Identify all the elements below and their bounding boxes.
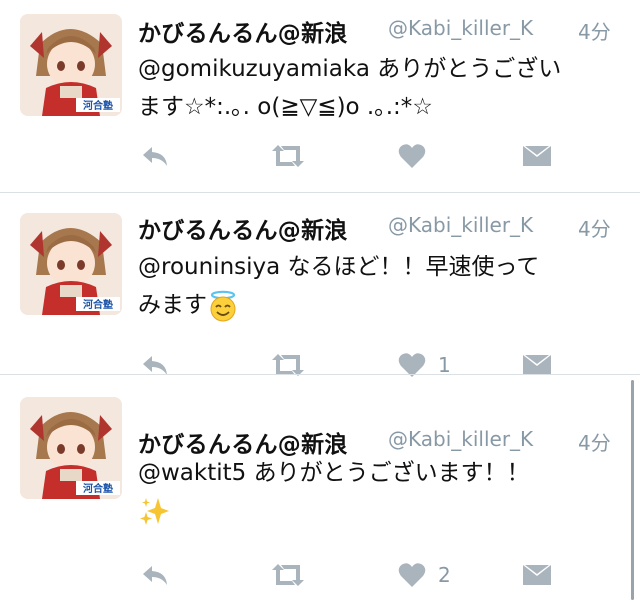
tweet-text-part: ありがとうございます！！ — [253, 460, 530, 486]
user-handle[interactable]: @Kabi_killer_K — [388, 213, 533, 237]
tweet-text-line: ます☆*:.｡. o(≧▽≦)o .｡.:*☆ — [138, 94, 433, 120]
heart-icon — [398, 144, 426, 168]
tweet-text-line: @waktit5 ありがとうございます！！ — [138, 454, 628, 492]
retweet-icon — [272, 564, 304, 586]
display-name[interactable]: かびるんるん@新浪 — [138, 14, 348, 48]
scrollbar[interactable] — [631, 380, 634, 600]
tweet-text-line: みます — [138, 286, 628, 324]
reply-icon — [143, 147, 167, 166]
avatar-badge: 河合塾 — [83, 298, 113, 311]
retweet-icon — [272, 145, 304, 167]
avatar-badge: 河合塾 — [83, 99, 113, 112]
user-handle[interactable]: @Kabi_killer_K — [388, 427, 533, 451]
retweet-button[interactable] — [270, 555, 306, 595]
mention-link[interactable]: @gomikuzuyamiaka — [138, 56, 370, 82]
tweet-actions — [0, 136, 640, 176]
heart-icon — [398, 563, 426, 587]
avatar[interactable]: 河合塾 — [20, 14, 122, 116]
tweet-text-line: @gomikuzuyamiaka ありがとうござい — [138, 50, 628, 88]
mention-link[interactable]: @rouninsiya — [138, 254, 280, 280]
envelope-icon — [523, 565, 551, 585]
tweet-text-part: ありがとうござい — [377, 56, 562, 82]
like-button[interactable]: 2 — [398, 555, 451, 595]
timeline: 河合塾 かびるんるん@新浪 @Kabi_killer_K 4分 @gomikuz… — [0, 0, 640, 608]
direct-message-button[interactable] — [522, 136, 552, 176]
direct-message-button[interactable] — [522, 555, 552, 595]
tweet-text: @gomikuzuyamiaka ありがとうござい ます☆*:.｡. o(≧▽≦… — [138, 50, 628, 126]
reply-icon — [143, 566, 167, 585]
tweet-text: @rouninsiya なるほど！！早速使って みます — [138, 248, 628, 324]
timestamp[interactable]: 4分 — [578, 213, 611, 242]
tweet-text-line: @rouninsiya なるほど！！早速使って — [138, 248, 628, 286]
tweet-text-part: なるほど！！早速使って — [287, 254, 540, 280]
timestamp[interactable]: 4分 — [578, 427, 611, 456]
tweet[interactable]: 河合塾 かびるんるん@新浪 @Kabi_killer_K 4分 @waktit5… — [0, 375, 640, 608]
avatar[interactable]: 河合塾 — [20, 213, 122, 315]
display-name[interactable]: かびるんるん@新浪 — [138, 211, 348, 245]
mention-link[interactable]: @waktit5 — [138, 460, 246, 486]
sparkles-icon — [140, 497, 169, 525]
tweet[interactable]: 河合塾 かびるんるん@新浪 @Kabi_killer_K 4分 @gomikuz… — [0, 0, 640, 192]
user-handle[interactable]: @Kabi_killer_K — [388, 16, 533, 40]
like-count: 2 — [438, 563, 451, 587]
tweet-text: @waktit5 ありがとうございます！！ — [138, 454, 628, 530]
reply-button[interactable] — [140, 136, 170, 176]
tweet-actions: 2 — [0, 555, 640, 595]
tweet-text-line — [138, 492, 628, 530]
timestamp[interactable]: 4分 — [578, 16, 611, 45]
like-button[interactable] — [398, 136, 438, 176]
retweet-button[interactable] — [270, 136, 306, 176]
envelope-icon — [523, 146, 551, 166]
tweet-text-part: みます — [138, 292, 207, 318]
avatar[interactable]: 河合塾 — [20, 397, 122, 499]
tweet[interactable]: 河合塾 かびるんるん@新浪 @Kabi_killer_K 4分 @rounins… — [0, 193, 640, 377]
smiling-face-with-halo-icon — [210, 290, 236, 321]
reply-button[interactable] — [140, 555, 170, 595]
avatar-badge: 河合塾 — [83, 482, 113, 495]
